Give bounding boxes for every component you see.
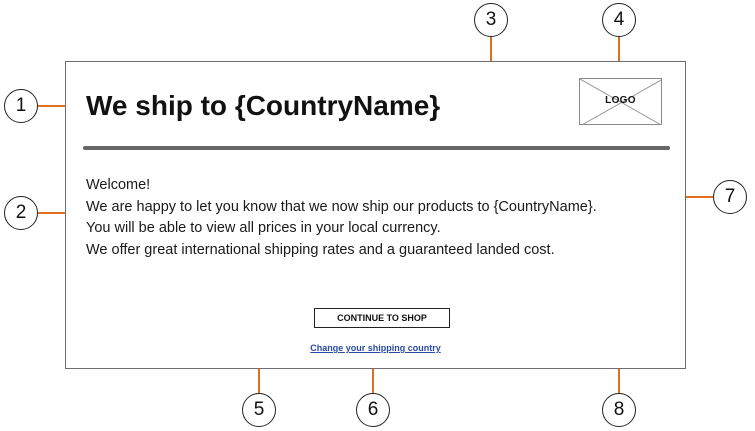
message-line: You will be able to view all prices in y…	[86, 220, 441, 236]
callout-1-marker: 1	[4, 89, 38, 123]
callout-7-marker: 7	[713, 180, 747, 214]
callout-2-marker: 2	[4, 196, 38, 230]
callout-1-line	[38, 105, 65, 107]
callout-7-line	[686, 196, 713, 198]
change-shipping-country-link[interactable]: Change your shipping country	[66, 343, 685, 353]
logo-label: LOGO	[605, 95, 636, 106]
callout-6-marker: 6	[356, 393, 390, 427]
callout-3-line	[490, 37, 492, 61]
message-line: Welcome!	[86, 177, 151, 193]
callout-6-line	[372, 369, 374, 393]
message-line: We are happy to let you know that we now…	[86, 198, 597, 215]
shipping-popup: We ship to {CountryName} LOGO Welcome! W…	[65, 61, 686, 369]
callout-3-marker: 3	[474, 3, 508, 37]
header-divider	[83, 146, 670, 150]
continue-to-shop-button[interactable]: CONTINUE TO SHOP	[314, 308, 450, 328]
callout-5-line	[258, 369, 260, 393]
logo-placeholder: LOGO	[579, 78, 662, 125]
callout-8-marker: 8	[602, 393, 636, 427]
popup-title: We ship to {CountryName}	[86, 90, 441, 121]
callout-8-line	[618, 369, 620, 393]
callout-4-line	[618, 37, 620, 61]
welcome-message: Welcome! We are happy to let you know th…	[86, 175, 597, 261]
annotated-mockup: 1 2 3 4 5 6 7 8 We ship to {CountryName}…	[0, 0, 755, 431]
callout-4-marker: 4	[602, 3, 636, 37]
message-line: We offer great international shipping ra…	[86, 241, 555, 258]
callout-5-marker: 5	[242, 393, 276, 427]
callout-2-line	[38, 212, 65, 214]
